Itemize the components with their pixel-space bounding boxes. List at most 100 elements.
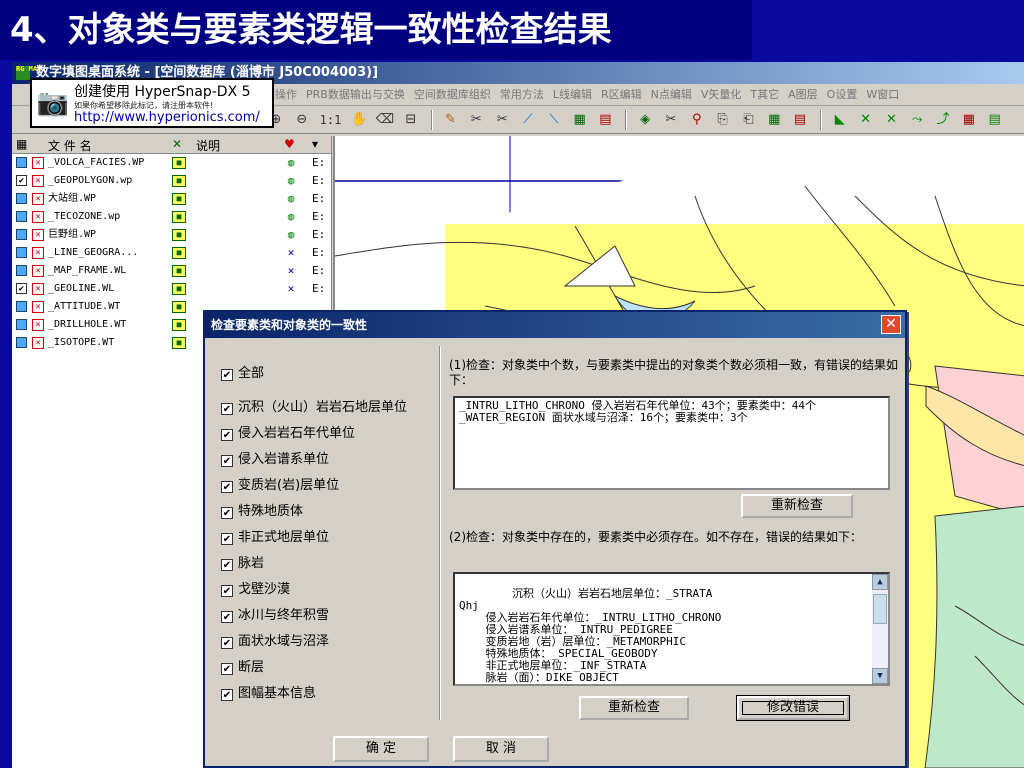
layer-lock-icon[interactable]: ■: [172, 337, 186, 349]
menu-item[interactable]: W窗口: [866, 84, 899, 105]
vector-edit-icon[interactable]: ⤴: [933, 110, 953, 130]
layer-lock-icon[interactable]: ■: [172, 247, 186, 259]
layer-lock-icon[interactable]: ■: [172, 175, 186, 187]
area-edit-icon[interactable]: ◈: [635, 110, 655, 130]
layer-lock-icon[interactable]: ■: [172, 265, 186, 277]
pen-icon[interactable]: ✎: [440, 110, 460, 130]
scroll-up-icon[interactable]: ▲: [872, 574, 888, 590]
menu-item[interactable]: V矢量化: [701, 84, 742, 105]
vector-attr-icon[interactable]: ▦: [959, 110, 979, 130]
layer-checkbox[interactable]: [16, 193, 27, 204]
layer-visibility-icon[interactable]: ✕: [284, 283, 298, 295]
layer-lock-icon[interactable]: ■: [172, 157, 186, 169]
line-move-icon[interactable]: ⟍: [544, 110, 564, 130]
checkbox[interactable]: ✔: [221, 533, 233, 545]
dialog-checkbox-item[interactable]: ✔ 非正式地层单位: [221, 526, 329, 545]
layer-visibility-icon[interactable]: ✕: [284, 265, 298, 277]
dialog-checkbox-item[interactable]: ✔ 沉积（火山）岩岩石地层单位: [221, 396, 407, 415]
layer-row[interactable]: ✕ 巨野组.WP ■ ◍ E:: [12, 226, 331, 244]
layer-row[interactable]: ✕ _LINE_GEOGRA... ■ ✕ E:: [12, 244, 331, 262]
menu-item[interactable]: T其它: [750, 84, 779, 105]
layer-visibility-icon[interactable]: ◍: [284, 229, 298, 241]
area-join-icon[interactable]: ⚲: [687, 110, 707, 130]
line-edit-icon[interactable]: ⟋: [518, 110, 538, 130]
area-copy-icon[interactable]: ⎘: [713, 110, 733, 130]
layer-checkbox[interactable]: [16, 247, 27, 258]
zoom-out-icon[interactable]: ⊖: [292, 110, 312, 130]
dialog-checkbox-item[interactable]: ✔ 面状水域与沼泽: [221, 630, 329, 649]
vector-curve-icon[interactable]: ⤳: [907, 110, 927, 130]
layer-checkbox[interactable]: ✔: [16, 175, 27, 186]
layer-row[interactable]: ✔ ✕ _GEOPOLYGON.wp ■ ◍ E:: [12, 172, 331, 190]
area-grid-icon[interactable]: ▤: [790, 110, 810, 130]
layer-visibility-icon[interactable]: ◍: [284, 211, 298, 223]
checkbox[interactable]: ✔: [221, 481, 233, 493]
layer-lock-icon[interactable]: ■: [172, 283, 186, 295]
checkbox[interactable]: ✔: [221, 559, 233, 571]
dialog-checkbox-item[interactable]: ✔ 脉岩: [221, 552, 264, 571]
checkbox[interactable]: ✔: [221, 585, 233, 597]
area-cut-icon[interactable]: ✂: [661, 110, 681, 130]
area-paste-icon[interactable]: ⎗: [738, 110, 758, 130]
layer-visibility-icon[interactable]: ◍: [284, 175, 298, 187]
check2-scrollbar[interactable]: ▲ ▼: [872, 574, 888, 684]
menu-item[interactable]: PRB数据输出与交换: [306, 84, 405, 105]
menu-item[interactable]: R区编辑: [601, 84, 642, 105]
check2-result-textarea[interactable]: 沉积（火山）岩岩石地层单位：_STRATA Qhj 侵入岩岩石年代单位：_INT…: [453, 572, 890, 686]
dialog-checkbox-item[interactable]: ✔ 戈壁沙漠: [221, 578, 290, 597]
layer-visibility-icon[interactable]: ◍: [284, 157, 298, 169]
scroll-thumb[interactable]: [873, 594, 887, 624]
check1-result-textarea[interactable]: _INTRU_LITHO_CHRONO 侵入岩岩石年代单位：43个；要素类中：4…: [453, 396, 890, 490]
layer-checkbox[interactable]: [16, 337, 27, 348]
eraser-icon[interactable]: ⌫: [375, 110, 395, 130]
layer-checkbox[interactable]: [16, 157, 27, 168]
layer-header-desc[interactable]: 说明: [196, 137, 220, 154]
checkbox[interactable]: ✔: [221, 663, 233, 675]
layer-checkbox[interactable]: [16, 211, 27, 222]
dialog-checkbox-item[interactable]: ✔ 断层: [221, 656, 264, 675]
layer-checkbox[interactable]: [16, 265, 27, 276]
line-attr-icon[interactable]: ▦: [570, 110, 590, 130]
window-split-icon[interactable]: ⊟: [401, 110, 421, 130]
cut-line-icon[interactable]: ✂: [492, 110, 512, 130]
cut-icon[interactable]: ✂: [466, 110, 486, 130]
dialog-checkbox-item[interactable]: ✔ 变质岩(岩)层单位: [221, 474, 339, 493]
menu-item[interactable]: A图层: [788, 84, 818, 105]
fix-errors-button[interactable]: 修改错误: [737, 696, 849, 720]
recheck-button-1[interactable]: 重新检查: [741, 494, 853, 518]
layer-row[interactable]: ✕ _MAP_FRAME.WL ■ ✕ E:: [12, 262, 331, 280]
ok-button[interactable]: 确 定: [333, 736, 429, 762]
dialog-title[interactable]: 检查要素类和对象类的一致性: [205, 312, 905, 338]
layer-checkbox[interactable]: ✔: [16, 283, 27, 294]
dialog-checkbox-item[interactable]: ✔ 全部: [221, 362, 264, 381]
layer-row[interactable]: ✕ _TECOZONE.wp ■ ◍ E:: [12, 208, 331, 226]
layer-lock-icon[interactable]: ■: [172, 301, 186, 313]
hypersnap-link[interactable]: http://www.hyperionics.com/: [74, 110, 260, 125]
layer-lock-icon[interactable]: ■: [172, 193, 186, 205]
layer-row[interactable]: ✕ _VOLCA_FACIES.WP ■ ◍ E:: [12, 154, 331, 172]
layer-visibility-icon[interactable]: ✕: [284, 247, 298, 259]
layer-lock-icon[interactable]: ■: [172, 211, 186, 223]
menu-item[interactable]: L线编辑: [553, 84, 592, 105]
close-icon[interactable]: ✕: [881, 315, 901, 334]
dialog-checkbox-item[interactable]: ✔ 图幅基本信息: [221, 682, 316, 701]
layer-checkbox[interactable]: [16, 301, 27, 312]
checkbox[interactable]: ✔: [221, 369, 233, 381]
checkbox[interactable]: ✔: [221, 611, 233, 623]
dialog-checkbox-item[interactable]: ✔ 冰川与终年积雪: [221, 604, 329, 623]
dialog-checkbox-item[interactable]: ✔ 侵入岩谱系单位: [221, 448, 329, 467]
recheck-button-2[interactable]: 重新检查: [579, 696, 689, 720]
menu-item[interactable]: N点编辑: [651, 84, 692, 105]
zoom-1to1-button[interactable]: 1:1: [318, 110, 344, 130]
pan-icon[interactable]: ✋: [349, 110, 369, 130]
menu-item[interactable]: 常用方法: [500, 84, 544, 105]
layer-lock-icon[interactable]: ■: [172, 229, 186, 241]
checkbox[interactable]: ✔: [221, 403, 233, 415]
menu-item[interactable]: 空间数据库组织: [414, 84, 491, 105]
layer-header-file[interactable]: 文 件 名: [48, 137, 92, 154]
vector-point-icon[interactable]: ◣: [830, 110, 850, 130]
checkbox[interactable]: ✔: [221, 637, 233, 649]
vector-line-icon[interactable]: ✕: [856, 110, 876, 130]
vector-trace-icon[interactable]: ✕: [881, 110, 901, 130]
layer-row[interactable]: ✕ 大站组.WP ■ ◍ E:: [12, 190, 331, 208]
